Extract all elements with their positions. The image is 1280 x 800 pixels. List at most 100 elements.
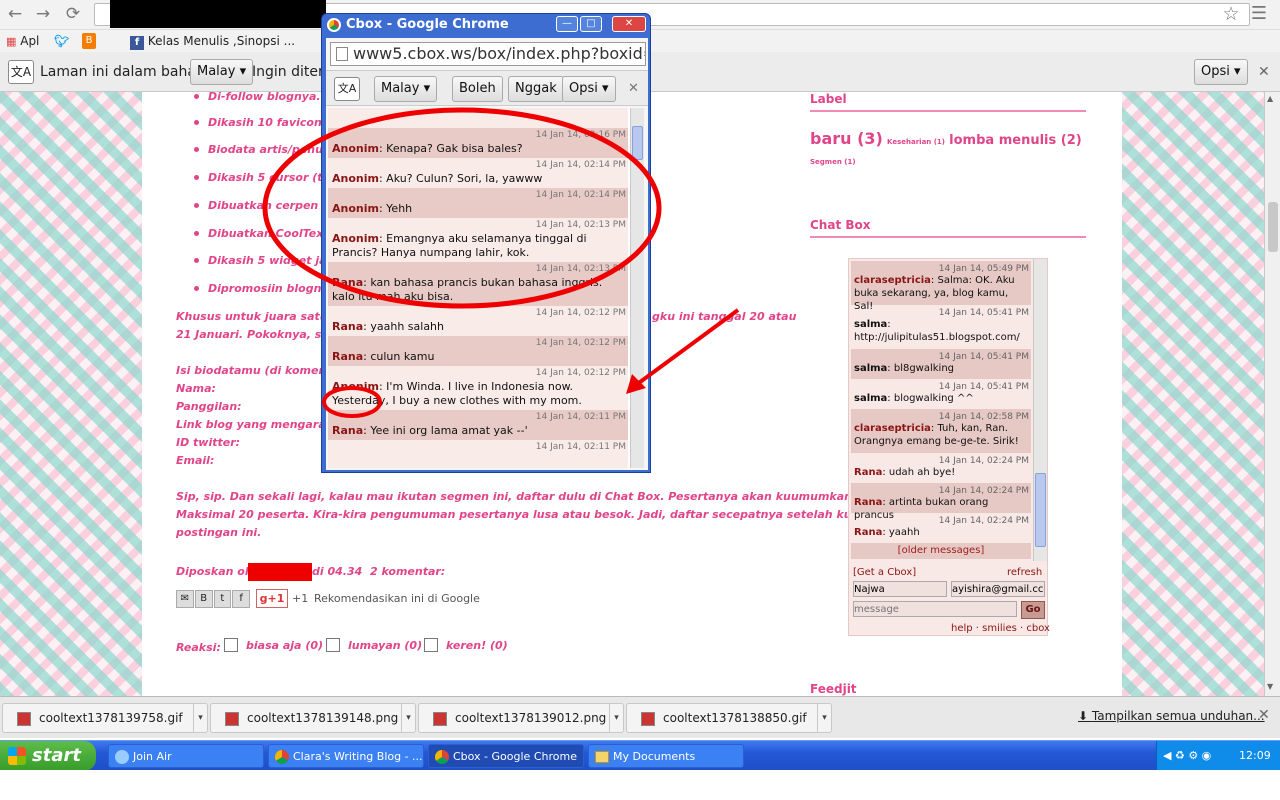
chevron-down-icon[interactable]: ▾ xyxy=(193,704,207,732)
star-icon[interactable]: ☆ xyxy=(1220,4,1242,24)
post-text: Maksimal 20 peserta. Kira-kira pengumuma… xyxy=(176,508,884,521)
chevron-down-icon[interactable]: ▾ xyxy=(401,704,415,732)
start-button[interactable]: start xyxy=(0,741,96,771)
get-cbox-link[interactable]: [Get a Cbox] xyxy=(853,567,916,578)
smilies-link[interactable]: smilies xyxy=(982,623,1017,634)
scroll-thumb[interactable] xyxy=(632,126,643,160)
popup-chat-scrollbar[interactable] xyxy=(630,108,644,468)
chat-message: 14 Jan 14, 02:58 PM claraseptricia: Tuh,… xyxy=(851,409,1031,453)
page-icon xyxy=(336,47,348,61)
label-widget: Label baru (3) Keseharian (1) lomba menu… xyxy=(810,92,1086,171)
chat-message: 14 Jan 14, 02:11 PM Rana: Yee ini org la… xyxy=(328,410,628,440)
chat-message: 14 Jan 14, 02:13 PM Anonim: Emangnya aku… xyxy=(328,218,628,262)
label-link[interactable]: lomba menulis (2) xyxy=(949,133,1082,148)
translate-yes-button[interactable]: Boleh xyxy=(452,76,503,102)
popup-language-select[interactable]: Malay ▾ xyxy=(374,76,438,102)
chevron-down-icon[interactable]: ▾ xyxy=(817,704,831,732)
download-item[interactable]: cooltext1378139758.gif ▾ xyxy=(2,703,208,733)
popup-chat-list: 14 Jan 14, 02:16 PM Anonim: Kenapa? Gak … xyxy=(328,108,644,468)
post-time-link[interactable]: di 04.34 xyxy=(312,565,362,578)
help-link[interactable]: help xyxy=(951,623,973,634)
feedjit-widget: Feedjit xyxy=(810,682,1086,696)
scroll-thumb[interactable] xyxy=(1268,202,1278,252)
back-icon[interactable]: ← xyxy=(4,4,26,24)
cbox-link[interactable]: cbox xyxy=(1026,623,1050,634)
show-all-downloads-link[interactable]: ⬇︎ Tampilkan semua unduhan... xyxy=(1078,709,1265,723)
twitter-icon[interactable]: 🐦︎ xyxy=(54,33,69,49)
refresh-link[interactable]: refresh xyxy=(1007,567,1042,578)
gplus-count: +1 xyxy=(292,592,309,605)
tray-icons[interactable]: ◀ ♻ ⚙ ◉ xyxy=(1163,741,1211,771)
taskbar-item[interactable]: My Documents xyxy=(588,744,744,768)
label-link[interactable]: Keseharian (1) xyxy=(887,138,945,146)
chevron-down-icon[interactable]: ▾ xyxy=(609,704,623,732)
chat-message: 14 Jan 14, 02:14 PM Anonim: Yehh xyxy=(328,188,628,218)
reaction-checkbox[interactable] xyxy=(424,638,438,652)
chatbox-embed: 14 Jan 14, 05:49 PM claraseptricia: Salm… xyxy=(848,258,1050,636)
go-button[interactable]: Go xyxy=(1021,601,1045,619)
minimize-icon[interactable]: — xyxy=(556,16,578,32)
post-text: Sip, sip. Dan sekali lagi, kalau mau iku… xyxy=(176,490,893,503)
form-field-label: ID twitter: xyxy=(176,436,241,449)
chat-link[interactable]: http://julipitulas51.blogspot.com/ xyxy=(854,331,1028,344)
taskbar-item[interactable]: Cbox - Google Chrome xyxy=(428,744,584,768)
bookmark-kelas-menulis[interactable]: f Kelas Menulis ,Sinopsi ... xyxy=(130,33,295,50)
popup-options-button[interactable]: Opsi ▾ xyxy=(562,76,616,102)
form-field-label: Panggilan: xyxy=(176,400,242,413)
translate-icon: 文A xyxy=(8,60,34,84)
widget-title: Chat Box xyxy=(810,218,871,232)
post-text: gku ini tanggal 20 atau xyxy=(652,310,797,323)
chat-message: 14 Jan 14, 02:16 PM Anonim: Kenapa? Gak … xyxy=(328,128,628,158)
taskbar-item[interactable]: Join Air xyxy=(108,744,264,768)
reload-icon[interactable]: ⟳ xyxy=(62,4,84,24)
label-link[interactable]: baru (3) xyxy=(810,129,883,148)
forward-icon[interactable]: → xyxy=(32,4,54,24)
divider xyxy=(810,110,1086,112)
download-icon: ⬇︎ xyxy=(1078,709,1092,723)
popup-address-bar[interactable]: www5.cbox.ws/box/index.php?boxid=82 xyxy=(330,42,646,66)
close-icon[interactable]: ✕ xyxy=(1258,707,1270,723)
maximize-icon[interactable]: □ xyxy=(580,16,602,32)
email-input[interactable] xyxy=(951,581,1045,597)
scroll-down-icon[interactable]: ▼ xyxy=(1267,682,1273,691)
bookmark-apps[interactable]: ▦ Apl xyxy=(6,33,39,49)
gplus-button[interactable]: g+1 xyxy=(256,589,288,608)
download-item[interactable]: cooltext1378139012.png ▾ xyxy=(418,703,624,733)
translate-options-button[interactable]: Opsi ▾ xyxy=(1194,59,1248,85)
blogger-share-icon[interactable]: B xyxy=(194,590,213,608)
twitter-share-icon[interactable]: t xyxy=(213,590,232,608)
chat-scrollbar[interactable] xyxy=(1033,259,1047,561)
taskbar-item[interactable]: Clara's Writing Blog - ... xyxy=(268,744,424,768)
page-scrollbar[interactable]: ▲ ▼ xyxy=(1264,92,1280,696)
redacted-author xyxy=(248,563,312,581)
facebook-share-icon[interactable]: f xyxy=(232,590,250,608)
label-link[interactable]: Segmen (1) xyxy=(810,158,856,166)
reactions-label: Reaksi: xyxy=(176,641,221,654)
translate-no-button[interactable]: Nggak xyxy=(508,76,564,102)
windows-logo-icon xyxy=(8,747,26,765)
chat-message: 14 Jan 14, 02:11 PM xyxy=(328,440,628,468)
reaction-checkbox[interactable] xyxy=(224,638,238,652)
comments-link[interactable]: 2 komentar: xyxy=(370,565,445,578)
menu-icon[interactable]: ☰ xyxy=(1248,4,1270,24)
download-item[interactable]: cooltext1378139148.png ▾ xyxy=(210,703,416,733)
email-icon[interactable]: ✉ xyxy=(176,590,194,608)
language-select[interactable]: Malay ▾ xyxy=(190,59,254,85)
download-item[interactable]: cooltext1378138850.gif ▾ xyxy=(626,703,832,733)
chatbox-widget-title: Chat Box xyxy=(810,218,1086,238)
widget-title: Label xyxy=(810,92,847,106)
post-text: postingan ini. xyxy=(176,526,262,539)
blogger-icon[interactable]: B xyxy=(82,33,96,49)
app-icon xyxy=(115,750,129,764)
message-input[interactable] xyxy=(853,601,1017,617)
close-icon[interactable]: ✕ xyxy=(1258,64,1270,80)
name-input[interactable] xyxy=(853,581,947,597)
translate-message: Laman ini dalam bahasa xyxy=(40,64,212,80)
share-buttons: ✉ B t f xyxy=(176,590,250,608)
close-window-icon[interactable]: ✕ xyxy=(612,16,646,32)
older-messages-link[interactable]: [older messages] xyxy=(851,543,1031,559)
reaction-checkbox[interactable] xyxy=(326,638,340,652)
close-icon[interactable]: ✕ xyxy=(628,81,639,96)
scroll-up-icon[interactable]: ▲ xyxy=(1267,94,1273,103)
chrome-icon xyxy=(435,750,449,764)
